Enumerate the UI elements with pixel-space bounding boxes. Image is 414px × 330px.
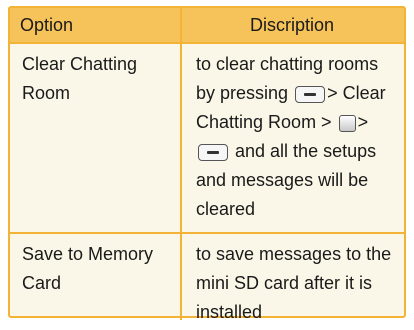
softkey-icon	[295, 85, 326, 103]
softkey-icon	[198, 143, 228, 161]
header-description: Discription	[249, 15, 335, 35]
description-save-to-memory-card: to save messages to the mini SD card aft…	[196, 244, 392, 322]
description-clear-chatting-room: to clear chatting rooms by pressing > Cl…	[180, 44, 404, 232]
table-header: Option Discription	[10, 8, 404, 44]
options-table: Option Discription Clear Chatting Room t…	[8, 6, 406, 322]
option-clear-chatting-room: Clear Chatting Room	[22, 54, 138, 103]
description-text: >	[357, 112, 369, 132]
table-row: Clear Chatting Room to clear chatting ro…	[10, 44, 404, 234]
table-row: Save to Memory Card to save messages to …	[10, 234, 404, 322]
ok-key-icon	[338, 114, 356, 132]
header-option: Option	[20, 15, 74, 35]
option-save-to-memory-card: Save to Memory Card	[22, 244, 154, 293]
